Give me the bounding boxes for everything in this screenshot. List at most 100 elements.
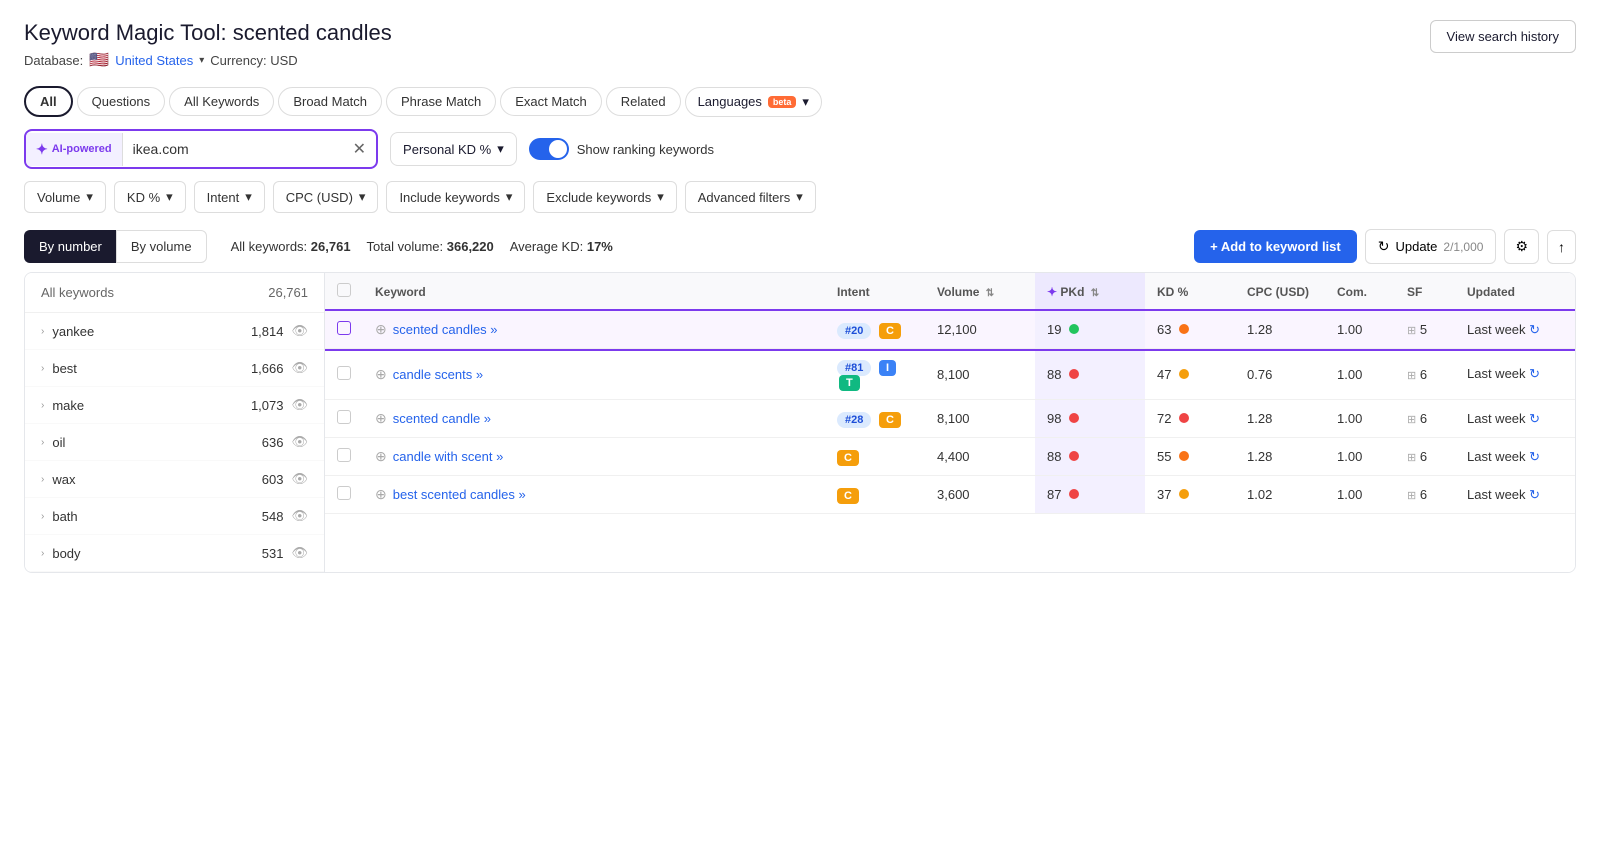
sidebar-item[interactable]: › body 531 👁 [25,535,324,572]
include-chevron-icon: ▾ [506,189,513,205]
kd-dot [1179,324,1189,334]
eye-icon[interactable]: 👁 [291,471,308,487]
row-checkbox[interactable] [337,321,351,335]
volume-cell: 3,600 [925,476,1035,514]
add-keyword-icon[interactable]: ⊕ [375,321,387,338]
sidebar-item[interactable]: › oil 636 👁 [25,424,324,461]
refresh-icon[interactable]: ↻ [1529,366,1540,381]
intent-filter[interactable]: Intent ▾ [194,181,265,213]
clear-search-icon[interactable]: ✕ [343,131,376,167]
eye-icon[interactable]: 👁 [291,397,308,413]
tab-all-keywords[interactable]: All Keywords [169,87,274,116]
row-checkbox[interactable] [337,486,351,500]
add-to-keyword-list-button[interactable]: + Add to keyword list [1194,230,1357,263]
eye-icon[interactable]: 👁 [291,360,308,376]
row-checkbox-cell[interactable] [325,400,363,438]
sort-by-volume-button[interactable]: By volume [116,230,207,263]
row-checkbox[interactable] [337,410,351,424]
keyword-link[interactable]: scented candle » [393,411,491,426]
refresh-icon[interactable]: ↻ [1529,322,1540,337]
exclude-keywords-filter[interactable]: Exclude keywords ▾ [533,181,676,213]
tab-languages[interactable]: Languages beta ▾ [685,87,822,117]
kd-dropdown[interactable]: Personal KD % ▾ [390,132,517,166]
sidebar: All keywords 26,761 › yankee 1,814 👁 › b… [25,273,325,572]
sf-cell: ⊞ 6 [1395,476,1455,514]
keyword-link[interactable]: candle with scent » [393,449,504,464]
com-cell: 1.00 [1325,400,1395,438]
row-checkbox-cell[interactable] [325,476,363,514]
sidebar-item[interactable]: › wax 603 👁 [25,461,324,498]
sort-by-number-button[interactable]: By number [24,230,116,263]
refresh-icon[interactable]: ↻ [1529,411,1540,426]
add-keyword-icon[interactable]: ⊕ [375,410,387,427]
kd-filter[interactable]: KD % ▾ [114,181,186,213]
show-ranking-toggle[interactable] [529,138,569,160]
keyword-link[interactable]: best scented candles » [393,487,526,502]
cpc-cell: 0.76 [1235,349,1325,400]
expand-icon: › [41,548,44,559]
database-chevron-icon[interactable]: ▾ [199,55,204,66]
select-all-checkbox[interactable] [337,283,351,297]
volume-filter[interactable]: Volume ▾ [24,181,106,213]
eye-icon[interactable]: 👁 [291,508,308,524]
exclude-chevron-icon: ▾ [657,189,664,205]
include-keywords-filter[interactable]: Include keywords ▾ [386,181,525,213]
sidebar-item[interactable]: › bath 548 👁 [25,498,324,535]
refresh-icon[interactable]: ↻ [1529,487,1540,502]
intent-cell: #81 I T [825,349,925,400]
export-button[interactable]: ↑ [1547,230,1576,264]
tab-exact-match[interactable]: Exact Match [500,87,602,116]
select-all-header[interactable] [325,273,363,311]
update-button[interactable]: ↻ Update 2/1,000 [1365,229,1497,264]
intent-column-header: Intent [825,273,925,311]
table-row: ⊕ candle scents » #81 I T 8,100 88 [325,349,1575,400]
languages-label: Languages [698,94,762,109]
view-history-button[interactable]: View search history [1430,20,1576,53]
cpc-cell: 1.28 [1235,311,1325,349]
pkd-column-header[interactable]: ✦ PKd ⇅ [1035,273,1145,311]
tabs-row: All Questions All Keywords Broad Match P… [24,86,1576,117]
com-cell: 1.00 [1325,311,1395,349]
kd-cell: 55 [1145,438,1235,476]
database-country-link[interactable]: United States [115,53,193,68]
settings-button[interactable]: ⚙ [1504,229,1539,264]
row-checkbox-cell[interactable] [325,311,363,349]
search-input[interactable] [123,133,343,165]
sf-cell: ⊞ 6 [1395,349,1455,400]
sidebar-item[interactable]: › yankee 1,814 👁 [25,313,324,350]
eye-icon[interactable]: 👁 [291,434,308,450]
export-icon: ↑ [1558,239,1565,255]
row-checkbox-cell[interactable] [325,349,363,400]
database-subtitle: Database: 🇺🇸 United States ▾ Currency: U… [24,50,392,70]
add-keyword-icon[interactable]: ⊕ [375,448,387,465]
expand-icon: › [41,400,44,411]
tab-related[interactable]: Related [606,87,681,116]
volume-column-header[interactable]: Volume ⇅ [925,273,1035,311]
tab-all[interactable]: All [24,86,73,117]
cpc-filter[interactable]: CPC (USD) ▾ [273,181,379,213]
pkd-cell: 19 [1035,311,1145,349]
sort-buttons: By number By volume [24,230,207,263]
cpc-cell: 1.28 [1235,438,1325,476]
keyword-column-header[interactable]: Keyword [363,273,825,311]
keyword-link[interactable]: candle scents » [393,367,483,382]
eye-icon[interactable]: 👁 [291,323,308,339]
sidebar-item[interactable]: › make 1,073 👁 [25,387,324,424]
row-checkbox[interactable] [337,366,351,380]
sidebar-item[interactable]: › best 1,666 👁 [25,350,324,387]
volume-chevron-icon: ▾ [86,189,93,205]
table-row: ⊕ candle with scent » C 4,400 88 55 [325,438,1575,476]
row-checkbox[interactable] [337,448,351,462]
advanced-filters-filter[interactable]: Advanced filters ▾ [685,181,816,213]
volume-cell: 4,400 [925,438,1035,476]
eye-icon[interactable]: 👁 [291,545,308,561]
row-checkbox-cell[interactable] [325,438,363,476]
tab-broad-match[interactable]: Broad Match [278,87,382,116]
intent-badge-c: C [837,488,859,504]
refresh-icon[interactable]: ↻ [1529,449,1540,464]
keyword-link[interactable]: scented candles » [393,322,498,337]
add-keyword-icon[interactable]: ⊕ [375,486,387,503]
tab-phrase-match[interactable]: Phrase Match [386,87,496,116]
tab-questions[interactable]: Questions [77,87,166,116]
add-keyword-icon[interactable]: ⊕ [375,366,387,383]
